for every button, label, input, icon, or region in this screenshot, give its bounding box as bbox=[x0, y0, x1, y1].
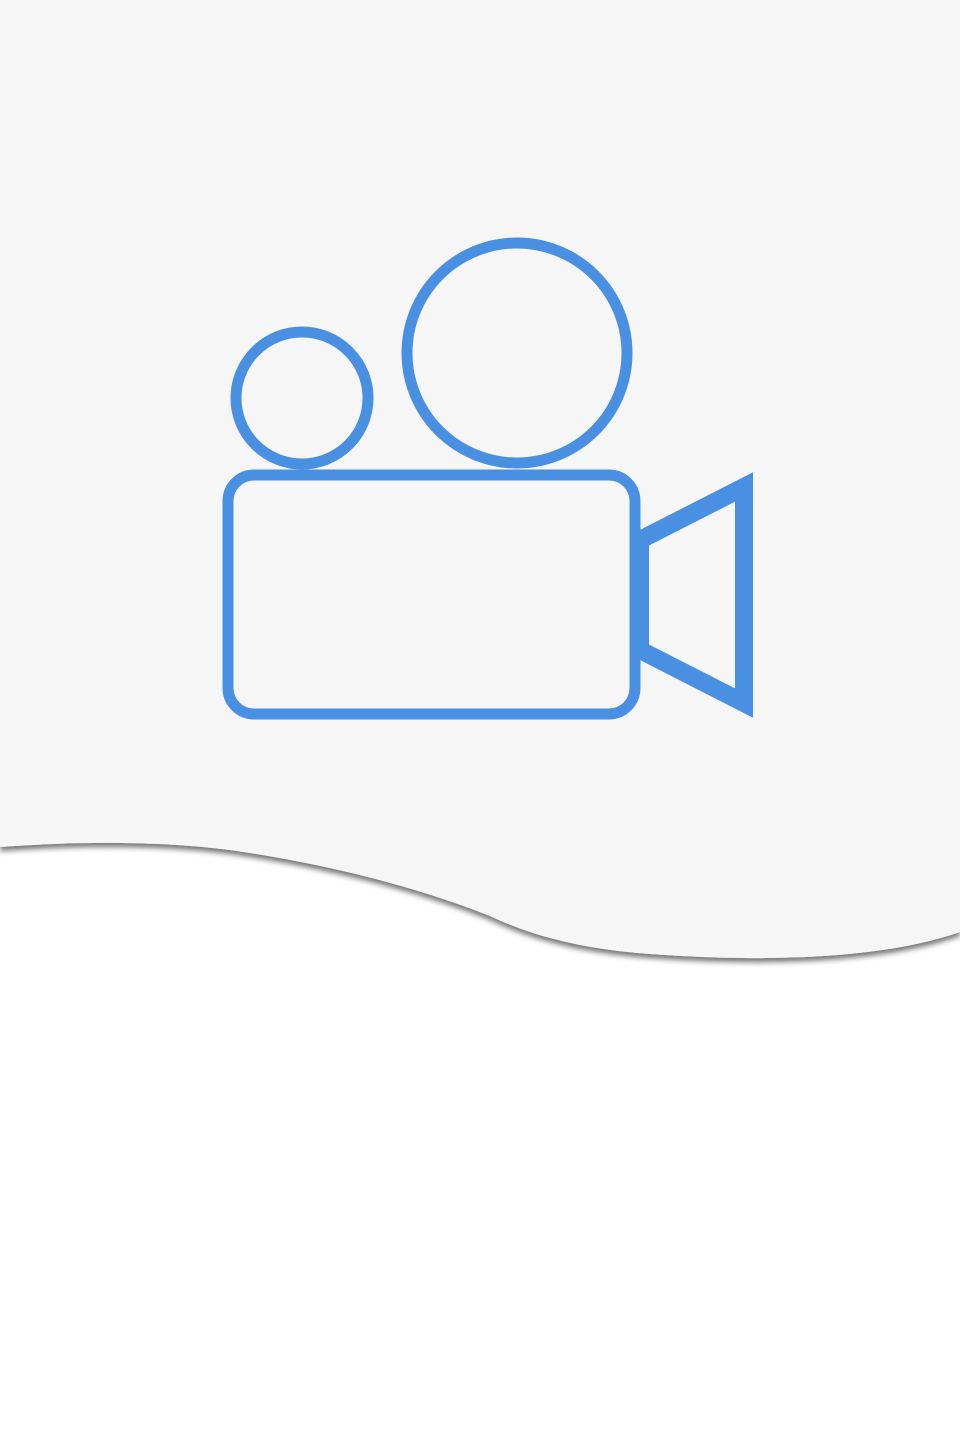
hero-header bbox=[0, 0, 960, 1000]
camera-body-icon bbox=[222, 469, 641, 720]
onboarding-screen bbox=[0, 0, 960, 1440]
camera-lens-icon bbox=[631, 472, 753, 718]
content-area bbox=[0, 1000, 960, 1440]
video-camera-icon bbox=[222, 237, 753, 720]
large-reel-icon bbox=[401, 237, 633, 469]
small-reel-icon bbox=[230, 326, 374, 470]
